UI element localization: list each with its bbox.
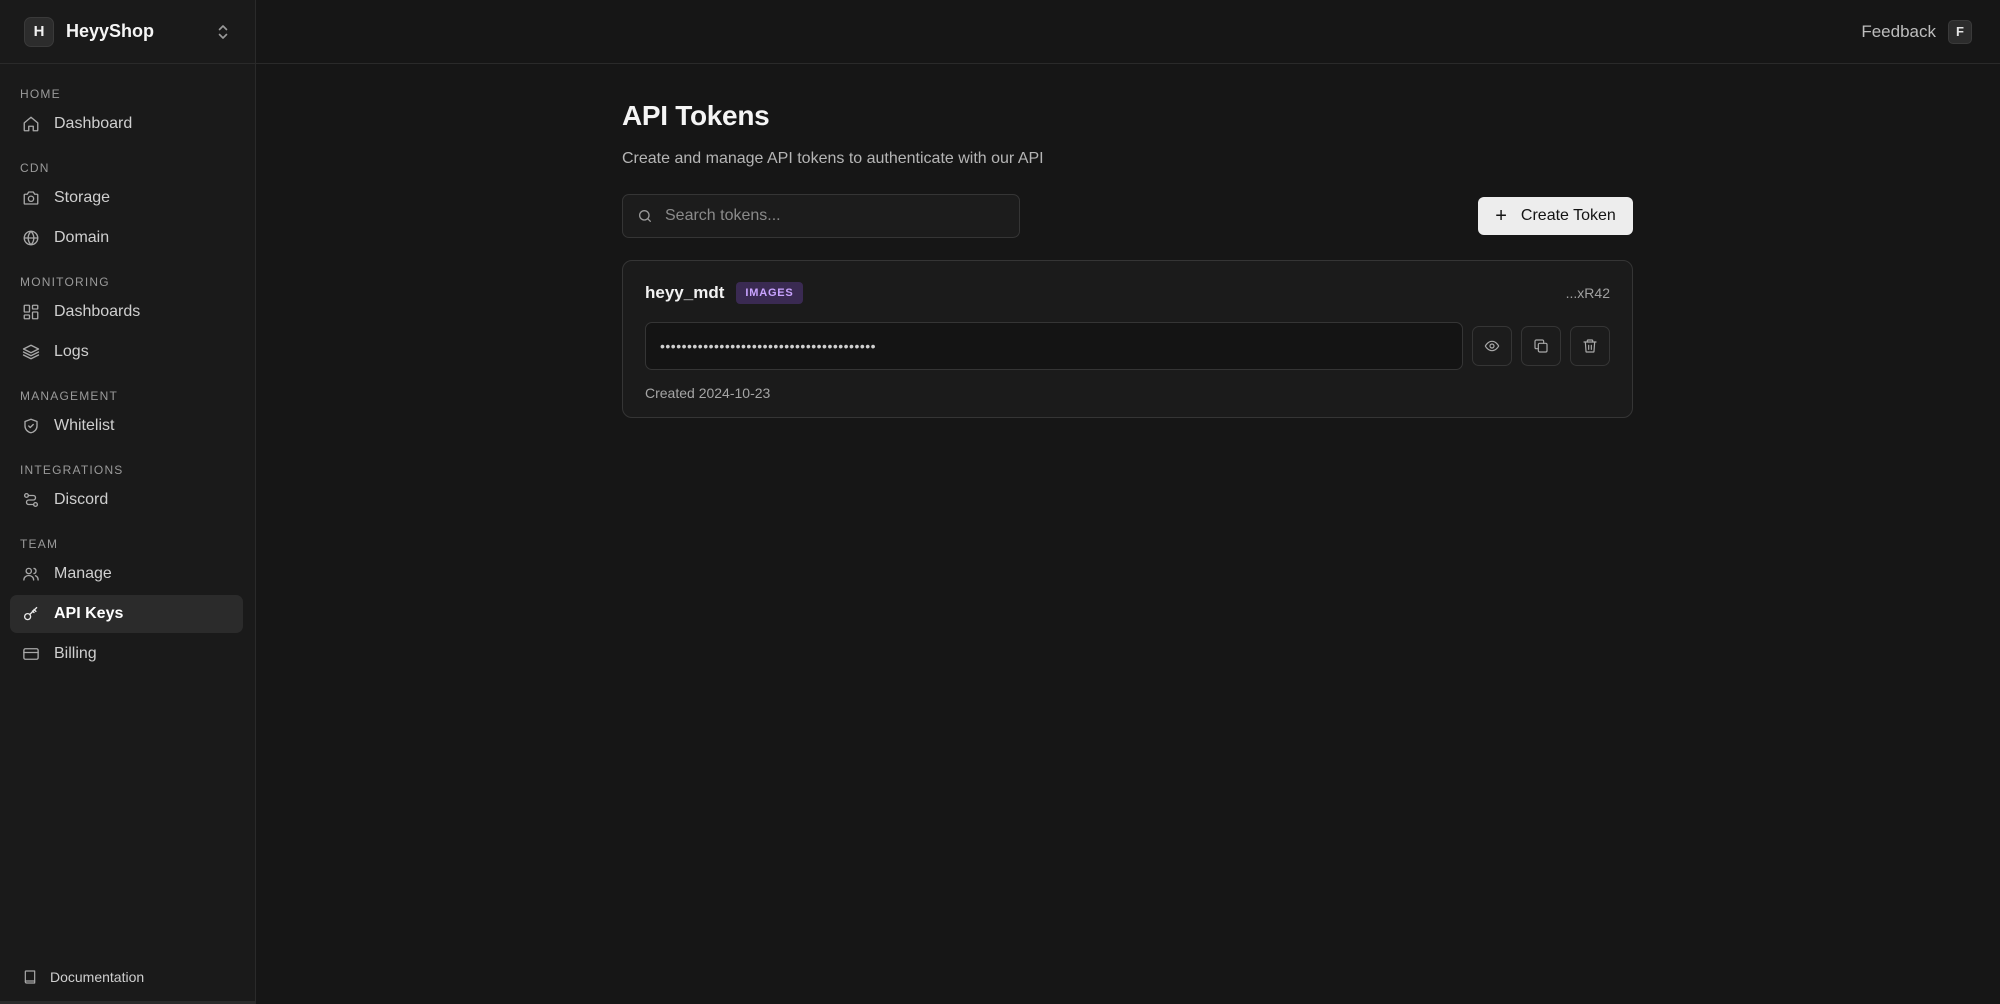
toolbar: + Create Token bbox=[622, 194, 1633, 238]
section-title: CDN bbox=[20, 161, 50, 175]
nav-section-integrations: INTEGRATIONS Discord bbox=[0, 462, 255, 519]
search-box bbox=[622, 194, 1020, 238]
token-created-date: Created 2024-10-23 bbox=[645, 385, 771, 401]
plus-icon: + bbox=[1495, 205, 1507, 227]
token-card: heyy_mdt IMAGES ...xR42 ••••••••••••••••… bbox=[622, 260, 1633, 418]
sidebar-item-api-keys[interactable]: API Keys bbox=[10, 595, 243, 633]
sidebar-item-label: Discord bbox=[54, 491, 109, 508]
sidebar-item-whitelist[interactable]: Whitelist bbox=[10, 407, 243, 445]
home-icon bbox=[22, 115, 40, 133]
sidebar-item-label: Domain bbox=[54, 229, 110, 246]
workspace-avatar: H bbox=[24, 16, 54, 47]
book-icon bbox=[22, 969, 38, 985]
app: H HeyyShop HOME Dashboard CDN Storage Do… bbox=[0, 0, 2000, 1004]
section-title: INTEGRATIONS bbox=[20, 463, 124, 477]
sidebar-item-manage[interactable]: Manage bbox=[10, 555, 243, 593]
feedback-button[interactable]: Feedback bbox=[1861, 22, 1936, 42]
section-title: HOME bbox=[20, 87, 61, 101]
copy-token-button[interactable] bbox=[1521, 326, 1561, 366]
token-scope-badge: IMAGES bbox=[736, 282, 803, 304]
shield-check-icon bbox=[22, 417, 40, 435]
feedback-shortcut: F bbox=[1948, 19, 1972, 44]
copy-icon bbox=[1533, 338, 1549, 354]
token-suffix: ...xR42 bbox=[1565, 285, 1610, 301]
sidebar-nav: HOME Dashboard CDN Storage Domain MONITO… bbox=[0, 64, 255, 673]
documentation-link[interactable]: Documentation bbox=[0, 952, 255, 1004]
main-content: Feedback F API Tokens Create and manage … bbox=[256, 0, 2000, 1004]
sidebar-item-billing[interactable]: Billing bbox=[10, 635, 243, 673]
route-icon bbox=[22, 491, 40, 509]
section-title: TEAM bbox=[20, 537, 59, 551]
create-token-button[interactable]: + Create Token bbox=[1478, 197, 1633, 235]
workspace-name: HeyyShop bbox=[66, 21, 155, 41]
token-header: heyy_mdt IMAGES bbox=[645, 281, 1610, 305]
topbar: Feedback F bbox=[256, 0, 2000, 64]
token-row: •••••••••••••••••••••••••••••••••••••••• bbox=[645, 322, 1610, 370]
layout-dashboard-icon bbox=[22, 303, 40, 321]
camera-icon bbox=[22, 189, 40, 207]
sidebar-item-label: Whitelist bbox=[54, 417, 115, 434]
section-title: MONITORING bbox=[20, 275, 110, 289]
nav-section-management: MANAGEMENT Whitelist bbox=[0, 388, 255, 445]
nav-section-monitoring: MONITORING Dashboards Logs bbox=[0, 274, 255, 371]
sidebar-item-logs[interactable]: Logs bbox=[10, 333, 243, 371]
key-icon bbox=[22, 605, 40, 623]
nav-section-home: HOME Dashboard bbox=[0, 86, 255, 143]
sidebar-item-domain[interactable]: Domain bbox=[10, 219, 243, 257]
credit-card-icon bbox=[22, 645, 40, 663]
sidebar: H HeyyShop HOME Dashboard CDN Storage Do… bbox=[0, 0, 256, 1004]
sidebar-item-label: Dashboards bbox=[54, 303, 141, 320]
trash-icon bbox=[1582, 338, 1598, 354]
globe-icon bbox=[22, 229, 40, 247]
search-input[interactable] bbox=[665, 207, 1005, 225]
sidebar-item-label: Logs bbox=[54, 343, 89, 360]
sidebar-item-storage[interactable]: Storage bbox=[10, 179, 243, 217]
page-title: API Tokens bbox=[622, 100, 770, 131]
delete-token-button[interactable] bbox=[1570, 326, 1610, 366]
users-icon bbox=[22, 565, 40, 583]
search-icon bbox=[637, 208, 653, 224]
layers-icon bbox=[22, 343, 40, 361]
sidebar-item-dashboards[interactable]: Dashboards bbox=[10, 293, 243, 331]
sidebar-item-label: Billing bbox=[54, 645, 97, 662]
section-title: MANAGEMENT bbox=[20, 389, 119, 403]
sidebar-item-label: Manage bbox=[54, 565, 112, 582]
nav-section-team: TEAM Manage API Keys Billing bbox=[0, 536, 255, 673]
create-token-label: Create Token bbox=[1520, 207, 1616, 224]
sidebar-item-label: API Keys bbox=[54, 605, 124, 622]
api-tokens-panel: API Tokens Create and manage API tokens … bbox=[622, 100, 1633, 418]
page-subtitle: Create and manage API tokens to authenti… bbox=[622, 150, 1044, 167]
token-name: heyy_mdt bbox=[645, 283, 725, 302]
reveal-token-button[interactable] bbox=[1472, 326, 1512, 366]
workspace-switcher[interactable]: H HeyyShop bbox=[0, 0, 255, 64]
sidebar-item-label: Dashboard bbox=[54, 115, 133, 132]
sidebar-item-label: Storage bbox=[54, 189, 111, 206]
documentation-label: Documentation bbox=[50, 968, 145, 985]
sidebar-item-discord[interactable]: Discord bbox=[10, 481, 243, 519]
token-value-field[interactable]: •••••••••••••••••••••••••••••••••••••••• bbox=[645, 322, 1463, 370]
eye-icon bbox=[1484, 338, 1500, 354]
chevrons-up-down-icon[interactable] bbox=[215, 22, 231, 42]
sidebar-item-dashboard[interactable]: Dashboard bbox=[10, 105, 243, 143]
nav-section-cdn: CDN Storage Domain bbox=[0, 160, 255, 257]
